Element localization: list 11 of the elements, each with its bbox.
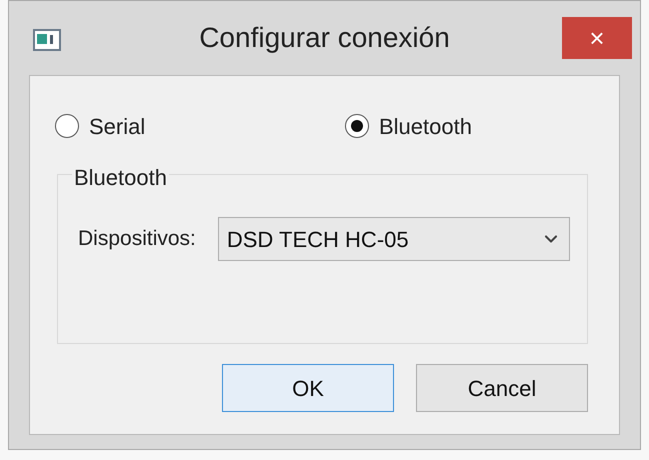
window-title: Configurar conexión bbox=[199, 21, 450, 55]
dialog-button[interactable]: OK bbox=[222, 364, 394, 412]
radio-option[interactable]: Serial bbox=[55, 110, 345, 142]
radio-button[interactable] bbox=[345, 114, 369, 138]
close-button[interactable]: × bbox=[562, 17, 632, 59]
radio-option[interactable]: Bluetooth bbox=[345, 110, 472, 142]
device-dropdown[interactable]: DSD TECH HC-05 bbox=[218, 217, 570, 261]
field-label: Dispositivos: bbox=[78, 226, 196, 252]
dialog-button[interactable]: Cancel bbox=[416, 364, 588, 412]
radio-button[interactable] bbox=[55, 114, 79, 138]
app-icon bbox=[33, 29, 61, 51]
